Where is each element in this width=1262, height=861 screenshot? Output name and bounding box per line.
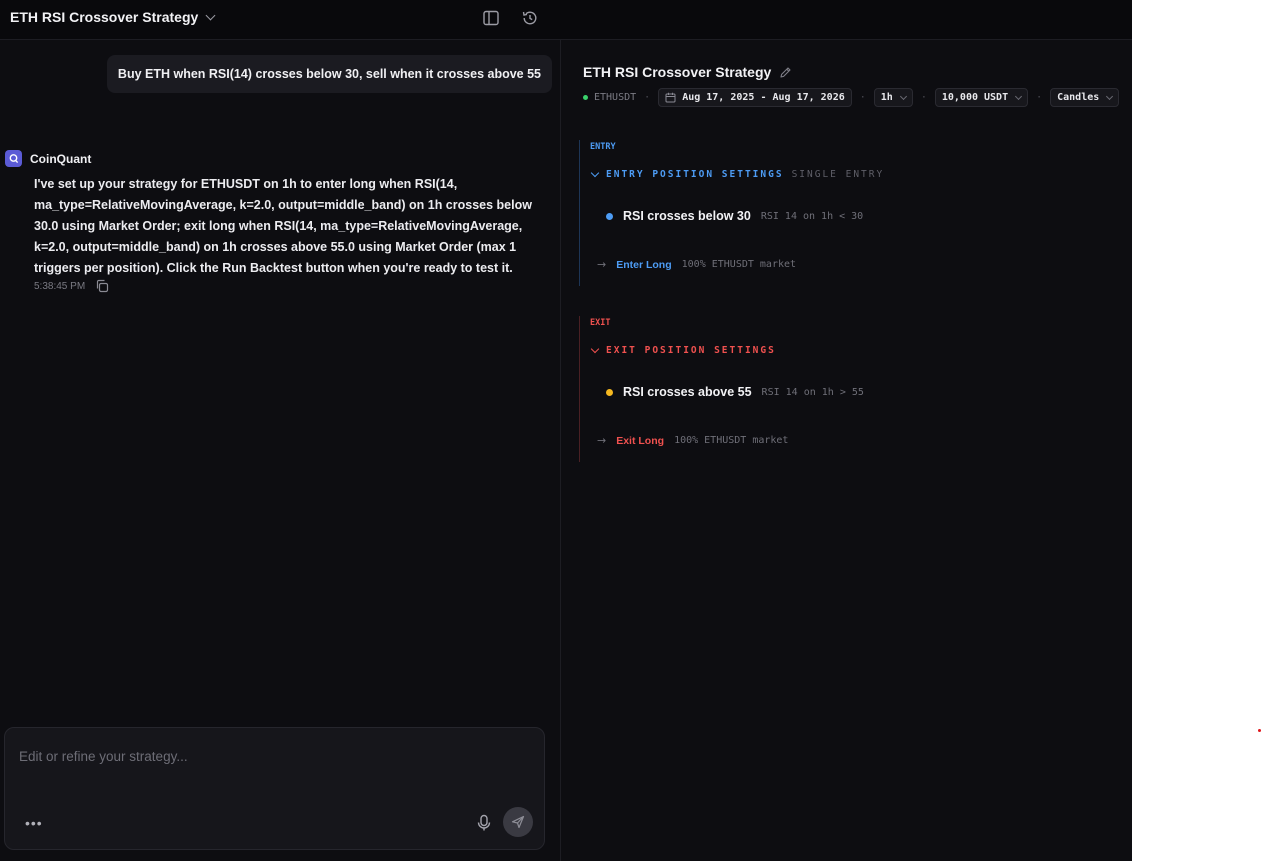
strategy-meta-row: ETHUSDT · Aug 17, 2025 - Aug 17, 2026 · … — [583, 88, 1120, 107]
top-bar: ETH RSI Crossover Strategy — [0, 0, 1132, 40]
capital-value: 10,000 USDT — [941, 92, 1009, 103]
exit-condition[interactable]: RSI crosses above 55 RSI 14 on 1h > 55 — [606, 385, 864, 399]
condition-dot-icon — [606, 212, 613, 220]
chevron-down-icon — [1106, 92, 1114, 100]
history-icon[interactable] — [521, 9, 539, 27]
entry-condition-detail: RSI 14 on 1h < 30 — [760, 210, 864, 222]
app-window: ETH RSI Crossover Strategy Buy ETH when … — [0, 0, 1132, 861]
chevron-down-icon — [590, 168, 600, 177]
condition-dot-icon — [606, 388, 613, 396]
exit-section: EXIT EXIT POSITION SETTINGS RSI crosses … — [579, 316, 1100, 462]
exit-action-label: Exit Long — [616, 434, 665, 447]
chevron-down-icon — [1015, 92, 1023, 100]
symbol-label: ETHUSDT — [583, 92, 636, 103]
more-options-button[interactable]: ••• — [25, 815, 43, 831]
bot-header: CoinQuant — [5, 150, 91, 167]
chevron-down-icon — [205, 10, 216, 20]
copy-icon[interactable] — [95, 279, 109, 293]
sidebar-toggle-icon[interactable] — [482, 9, 500, 27]
entry-section: ENTRY ENTRY POSITION SETTINGS SINGLE ENT… — [579, 140, 1100, 286]
coinquant-logo-icon — [5, 150, 22, 167]
strategy-title: ETH RSI Crossover Strategy — [583, 64, 772, 80]
separator: · — [644, 92, 651, 103]
entry-subheading: SINGLE ENTRY — [791, 169, 885, 180]
separator: · — [1036, 92, 1043, 103]
exit-action-detail: 100% ETHUSDT market — [674, 435, 789, 446]
separator: · — [920, 92, 927, 103]
entry-action-label: Enter Long — [616, 258, 672, 271]
date-range-picker[interactable]: Aug 17, 2025 - Aug 17, 2026 — [658, 88, 852, 107]
bot-message: I've set up your strategy for ETHUSDT on… — [34, 177, 532, 275]
timeframe-value: 1h — [880, 92, 893, 103]
edit-pencil-icon[interactable] — [779, 66, 792, 79]
send-icon — [511, 815, 525, 829]
chevron-down-icon — [899, 92, 907, 100]
microphone-icon[interactable] — [476, 814, 492, 832]
chart-type-select[interactable]: Candles — [1050, 88, 1120, 107]
strategy-header: ETH RSI Crossover Strategy — [583, 64, 792, 80]
send-button[interactable] — [503, 807, 533, 837]
timeframe-select[interactable]: 1h — [873, 88, 913, 107]
exit-action[interactable]: → Exit Long 100% ETHUSDT market — [597, 434, 788, 447]
exit-condition-title: RSI crosses above 55 — [623, 385, 752, 399]
capital-select[interactable]: 10,000 USDT — [934, 88, 1029, 107]
strategy-input[interactable] — [17, 748, 521, 765]
arrow-right-icon: → — [597, 434, 607, 447]
separator: · — [859, 92, 866, 103]
message-timestamp: 5:38:45 PM — [34, 280, 86, 292]
chart-type-value: Candles — [1057, 92, 1100, 103]
exit-condition-detail: RSI 14 on 1h > 55 — [761, 386, 864, 398]
entry-action[interactable]: → Enter Long 100% ETHUSDT market — [597, 258, 796, 271]
cursor-marker — [1258, 729, 1261, 732]
arrow-right-icon: → — [597, 258, 607, 271]
entry-label: ENTRY — [590, 142, 616, 152]
bot-name: CoinQuant — [30, 151, 92, 166]
user-message: Buy ETH when RSI(14) crosses below 30, s… — [106, 55, 552, 93]
symbol-text: ETHUSDT — [594, 92, 637, 103]
message-meta: 5:38:45 PM — [34, 279, 109, 293]
strategy-title-dropdown[interactable]: ETH RSI Crossover Strategy — [10, 9, 216, 25]
app-title: ETH RSI Crossover Strategy — [10, 9, 199, 25]
exit-label: EXIT — [590, 318, 611, 328]
entry-condition-title: RSI crosses below 30 — [623, 209, 751, 223]
chat-panel: Buy ETH when RSI(14) crosses below 30, s… — [0, 40, 560, 861]
entry-settings-toggle[interactable]: ENTRY POSITION SETTINGS SINGLE ENTRY — [590, 168, 885, 180]
strategy-panel: ETH RSI Crossover Strategy ETHUSDT · Aug… — [561, 40, 1132, 861]
chevron-down-icon — [590, 344, 600, 353]
entry-condition[interactable]: RSI crosses below 30 RSI 14 on 1h < 30 — [606, 209, 863, 223]
calendar-icon — [665, 92, 676, 103]
date-range-value: Aug 17, 2025 - Aug 17, 2026 — [682, 92, 845, 103]
exit-heading: EXIT POSITION SETTINGS — [606, 345, 776, 356]
entry-heading: ENTRY POSITION SETTINGS — [606, 169, 784, 180]
exit-settings-toggle[interactable]: EXIT POSITION SETTINGS — [590, 344, 776, 356]
entry-action-detail: 100% ETHUSDT market — [681, 259, 797, 270]
composer: ••• — [4, 727, 545, 850]
status-dot-icon — [583, 95, 588, 100]
